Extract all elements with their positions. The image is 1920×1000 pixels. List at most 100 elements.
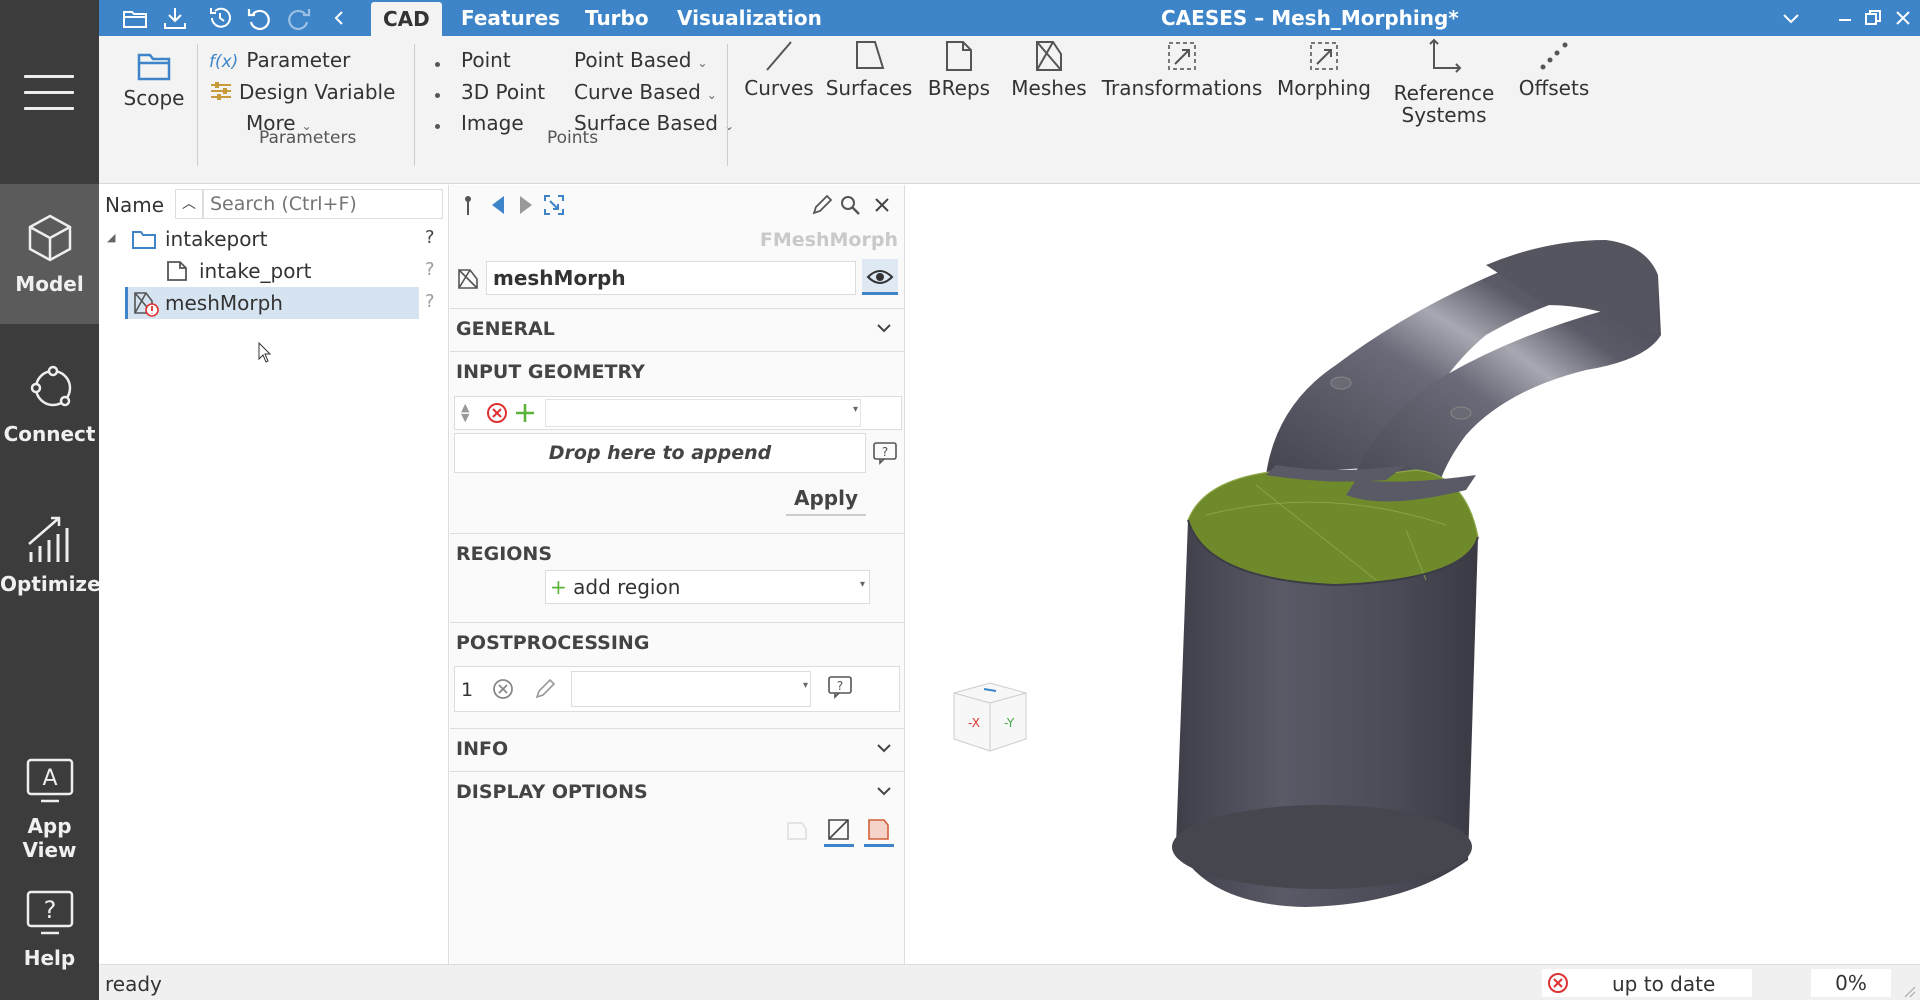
drop-zone[interactable]: Drop here to append	[454, 433, 866, 473]
parameter-button[interactable]: f(x) Parameter	[209, 48, 350, 72]
connect-icon	[30, 365, 72, 407]
rail-label: App View	[22, 814, 77, 862]
geometry-select[interactable]: ▾	[545, 399, 861, 427]
add-plus-icon[interactable]	[513, 401, 537, 425]
reorder-arrows-icon[interactable]: ▲ ▼	[461, 402, 469, 423]
tree-row[interactable]: ◢ intakeport ?	[99, 223, 449, 255]
section-info[interactable]: INFO	[450, 728, 905, 768]
remove-circle-icon[interactable]	[491, 677, 515, 701]
help-bubble-icon[interactable]: ?	[872, 441, 898, 465]
close-icon[interactable]	[1891, 6, 1915, 30]
rail-item-connect[interactable]: Connect	[0, 334, 99, 474]
postprocessing-select[interactable]: ▾	[571, 671, 811, 707]
sort-ascending-icon[interactable]: ︿	[175, 189, 203, 219]
intake-port-model	[1172, 240, 1661, 907]
help-bubble-icon[interactable]: ?	[827, 675, 853, 699]
add-region-label: add region	[573, 575, 681, 599]
rail-item-app-view[interactable]: A App View	[0, 726, 99, 866]
object-tree-panel: Name ︿ ◢ intakeport ? intake_port ? mesh…	[99, 185, 449, 964]
resize-grip-icon[interactable]	[1902, 984, 1916, 998]
name-column-header[interactable]: Name	[105, 193, 164, 217]
view-cube[interactable]: -X -Y	[948, 677, 1032, 757]
close-icon[interactable]	[870, 193, 894, 217]
point-button[interactable]: Point	[461, 48, 511, 72]
reference-systems-label-1: Reference	[1393, 81, 1495, 105]
display-none-icon[interactable]	[784, 817, 810, 843]
input-geometry-list-row: ▲ ▼ ▾	[454, 396, 902, 430]
add-region-select[interactable]: + add region ▾	[545, 570, 870, 604]
tab-cad[interactable]: CAD	[371, 2, 442, 36]
undo-icon[interactable]	[245, 4, 273, 32]
eye-icon	[866, 270, 894, 284]
svg-text:?: ?	[882, 445, 888, 459]
chevron-down-icon[interactable]	[1779, 6, 1803, 30]
curves-button[interactable]: Curves	[739, 36, 819, 100]
tree-row-label: intakeport	[165, 227, 268, 251]
edit-pencil-icon[interactable]	[810, 193, 834, 217]
display-mesh-toggle[interactable]	[824, 815, 854, 847]
minimize-icon[interactable]	[1833, 6, 1857, 30]
chevron-down-icon[interactable]	[875, 739, 893, 757]
section-general[interactable]: GENERAL	[450, 308, 905, 348]
sliders-icon	[211, 82, 231, 100]
back-arrow-icon[interactable]	[486, 193, 510, 217]
meshes-button[interactable]: Meshes	[1009, 36, 1089, 100]
breps-button[interactable]: BReps	[924, 36, 994, 100]
rail-item-help[interactable]: ? Help	[0, 858, 99, 998]
tree-row-label: intake_port	[199, 259, 312, 283]
chevron-down-icon[interactable]	[875, 782, 893, 800]
display-surface-toggle[interactable]	[864, 815, 894, 847]
object-name-field[interactable]: meshMorph	[486, 261, 856, 295]
collapse-triangle-icon[interactable]: ◢	[107, 231, 115, 244]
morphing-button[interactable]: Morphing	[1274, 36, 1374, 100]
history-icon[interactable]	[206, 4, 234, 32]
mesh-icon	[458, 269, 478, 289]
search-icon[interactable]	[838, 193, 862, 217]
tree-search-input[interactable]	[203, 189, 443, 219]
edit-pencil-icon[interactable]	[533, 677, 557, 701]
forward-arrow-icon[interactable]	[514, 193, 538, 217]
section-title: DISPLAY OPTIONS	[456, 781, 648, 803]
tree-row-selected[interactable]: meshMorph ?	[99, 287, 449, 319]
chevron-down-icon: ▾	[802, 680, 808, 691]
surfaces-label: Surfaces	[825, 76, 913, 100]
redo-icon[interactable]	[285, 4, 313, 32]
tab-turbo[interactable]: Turbo	[573, 0, 661, 36]
rail-item-model[interactable]: Model	[0, 184, 99, 324]
curve-line-icon	[766, 41, 792, 71]
fit-select-icon[interactable]	[542, 193, 566, 217]
image-button[interactable]: Image	[461, 111, 524, 135]
tab-features[interactable]: Features	[449, 0, 572, 36]
chevron-left-icon[interactable]	[325, 4, 353, 32]
apply-button[interactable]: Apply	[786, 482, 866, 516]
3d-point-button[interactable]: 3D Point	[461, 80, 545, 104]
transformations-button[interactable]: Transformations	[1097, 36, 1267, 100]
update-status[interactable]: up to date	[1542, 969, 1752, 997]
save-download-icon[interactable]	[161, 4, 189, 32]
rail-item-optimize[interactable]: Optimize	[0, 484, 101, 624]
remove-circle-icon[interactable]	[485, 401, 509, 425]
function-icon: f(x)	[209, 52, 239, 72]
point-based-dropdown[interactable]: Point Based ⌄	[574, 48, 707, 72]
reference-systems-button[interactable]: Reference Systems	[1384, 36, 1504, 126]
offsets-button[interactable]: Offsets	[1509, 36, 1599, 100]
curve-based-dropdown[interactable]: Curve Based ⌄	[574, 80, 717, 104]
rail-label: Connect	[3, 422, 96, 446]
svg-text:?: ?	[837, 679, 843, 693]
chevron-down-icon[interactable]	[875, 319, 893, 337]
app-view-icon: A	[26, 758, 74, 803]
open-folder-icon[interactable]	[121, 4, 149, 32]
tree-row[interactable]: intake_port ?	[99, 255, 449, 287]
restore-icon[interactable]	[1861, 6, 1885, 30]
chevron-down-icon: ▾	[852, 404, 858, 415]
tab-visualization[interactable]: Visualization	[665, 0, 834, 36]
surfaces-button[interactable]: Surfaces	[824, 36, 914, 100]
hamburger-menu-icon[interactable]	[24, 75, 74, 111]
tree-row-status: ?	[425, 291, 435, 312]
scope-button[interactable]: Scope	[119, 46, 189, 110]
3d-viewport[interactable]: -X -Y	[906, 185, 1920, 964]
design-variable-button[interactable]: Design Variable	[209, 80, 395, 104]
pin-icon[interactable]	[456, 193, 480, 217]
section-display-options[interactable]: DISPLAY OPTIONS	[450, 771, 905, 811]
visibility-toggle[interactable]	[862, 259, 898, 295]
